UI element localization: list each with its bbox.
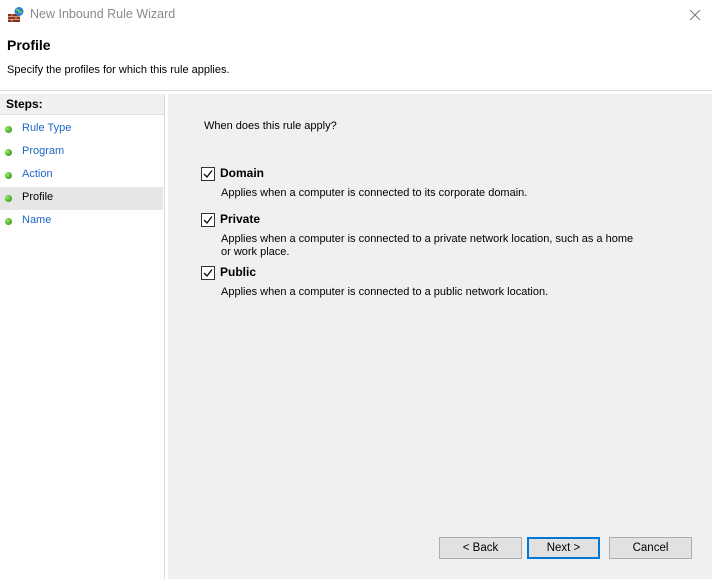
domain-checkbox[interactable] (201, 167, 215, 181)
step-program[interactable]: Program (0, 141, 163, 164)
private-checkbox[interactable] (201, 213, 215, 227)
domain-description: Applies when a computer is connected to … (221, 187, 528, 199)
steps-panel: Steps: Rule Type Program Action Profile … (0, 94, 165, 579)
step-label: Name (22, 214, 52, 226)
public-description: Applies when a computer is connected to … (221, 286, 549, 298)
green-dot-icon (5, 195, 12, 202)
checkmark-icon (203, 216, 213, 225)
page-title: Profile (7, 37, 51, 53)
green-dot-icon (5, 172, 12, 179)
steps-heading-label: Steps: (6, 97, 43, 111)
question-text: When does this rule apply? (204, 120, 337, 132)
green-dot-icon (5, 126, 12, 133)
step-label: Profile (22, 191, 54, 203)
private-description: Applies when a computer is connected to … (221, 233, 634, 258)
domain-label[interactable]: Domain (220, 166, 264, 180)
window-title: New Inbound Rule Wizard (30, 7, 176, 21)
green-dot-icon (5, 218, 12, 225)
close-icon[interactable] (686, 6, 704, 24)
cancel-button[interactable]: Cancel (609, 537, 692, 559)
steps-heading: Steps: (0, 94, 164, 115)
firewall-icon (7, 6, 25, 24)
page-subtitle: Specify the profiles for which this rule… (7, 64, 230, 76)
wizard-header: Profile Specify the profiles for which t… (0, 30, 712, 90)
main-content: When does this rule apply? Domain Applie… (168, 94, 712, 579)
step-label: Rule Type (22, 122, 72, 134)
step-label: Program (22, 145, 65, 157)
green-dot-icon (5, 149, 12, 156)
title-bar: New Inbound Rule Wizard (0, 0, 712, 30)
step-label: Action (22, 168, 53, 180)
public-checkbox[interactable] (201, 266, 215, 280)
checkmark-icon (203, 170, 213, 179)
next-button[interactable]: Next > (527, 537, 600, 559)
step-action[interactable]: Action (0, 164, 163, 187)
step-name[interactable]: Name (0, 210, 163, 233)
step-profile[interactable]: Profile (0, 187, 163, 210)
header-divider (0, 90, 712, 91)
back-button[interactable]: < Back (439, 537, 522, 559)
checkmark-icon (203, 269, 213, 278)
public-label[interactable]: Public (220, 265, 256, 279)
private-label[interactable]: Private (220, 212, 260, 226)
step-rule-type[interactable]: Rule Type (0, 118, 163, 141)
